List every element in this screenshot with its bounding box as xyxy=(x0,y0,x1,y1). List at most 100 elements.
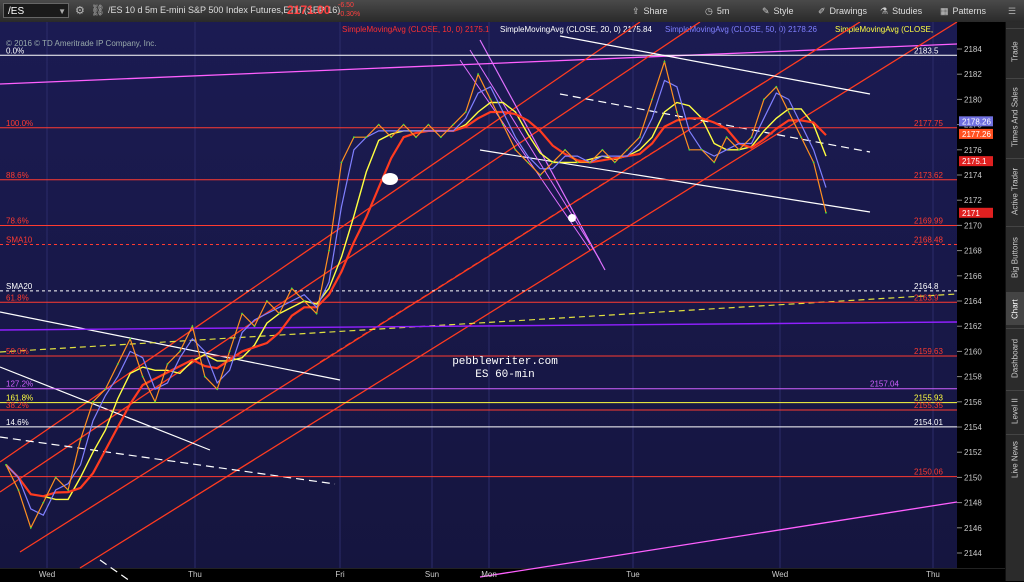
side-tab-live-news[interactable]: Live News xyxy=(1006,434,1024,485)
toolbar-icons: ⚙⛓ xyxy=(75,4,111,17)
y-tick-label: 2176 xyxy=(964,146,982,155)
price-point xyxy=(303,300,306,302)
x-label: Sun xyxy=(425,570,439,579)
y-tick-label: 2182 xyxy=(964,70,982,79)
price-point xyxy=(613,161,616,164)
fib-pct-label: 100.0% xyxy=(6,119,33,128)
price-point xyxy=(253,325,256,328)
menu-icon[interactable]: ☰ xyxy=(1008,3,1016,19)
price-point xyxy=(365,136,368,139)
fib-pct-label: 127.2% xyxy=(6,380,33,389)
x-label: Thu xyxy=(188,570,202,579)
fib-pct-label: SMA20 xyxy=(6,282,33,291)
y-tick-label: 2170 xyxy=(964,221,982,230)
price-point xyxy=(564,148,566,151)
marker-circle xyxy=(382,173,398,185)
fib-value-label: 2154.01 xyxy=(914,418,943,427)
price-badge-label: 2177.26 xyxy=(962,130,991,139)
watermark-site: pebblewriter.com xyxy=(452,356,558,368)
fib-pct-label: 38.2% xyxy=(6,401,29,410)
y-tick-label: 2174 xyxy=(964,171,982,180)
side-tab-dashboard[interactable]: Dashboard xyxy=(1006,328,1024,387)
price-point xyxy=(576,161,579,164)
price-badge-label: 2171 xyxy=(962,209,980,218)
price-point xyxy=(5,463,7,466)
price-point xyxy=(439,136,442,139)
price-change: -6.50 -0.30% xyxy=(338,1,360,19)
study-legend: SimpleMovingAvg (CLOSE, 10, 0) 2175.1 Sim… xyxy=(342,25,933,34)
brush-icon: ✎ xyxy=(762,6,770,16)
price-point xyxy=(427,123,430,126)
y-tick-label: 2156 xyxy=(964,398,982,407)
watermark-subtitle: ES 60-min xyxy=(475,369,534,381)
side-tab-level-ii[interactable]: Level II xyxy=(1006,390,1024,431)
x-labels: Wed Thu Fri Sun Mon Tue Wed Thu xyxy=(39,570,940,579)
price-point xyxy=(79,438,82,441)
last-price: 2171.00 xyxy=(287,3,331,17)
side-tab-times-and-sales[interactable]: Times And Sales xyxy=(1006,78,1024,155)
price-point xyxy=(67,489,70,491)
patterns-button[interactable]: ▦ Patterns xyxy=(940,3,986,19)
price-point xyxy=(651,98,653,101)
price-point xyxy=(266,300,268,302)
price-point xyxy=(315,312,318,315)
change-value: -6.50 xyxy=(338,2,354,9)
y-tick-label: 2146 xyxy=(964,524,982,533)
y-tick-label: 2160 xyxy=(964,347,982,356)
study-label: SimpleMovingAvg (CLOSE, xyxy=(835,25,933,34)
y-tick-label: 2184 xyxy=(964,45,982,54)
share-label: Share xyxy=(643,6,668,16)
price-point xyxy=(775,85,778,88)
interval-label: 5m xyxy=(716,6,730,16)
price-point xyxy=(17,489,20,491)
fib-value-label: 2150.06 xyxy=(914,468,943,477)
side-tab-big-buttons[interactable]: Big Buttons xyxy=(1006,226,1024,289)
fib-value-label: 2157.04 xyxy=(870,380,899,389)
symbol-input[interactable]: /ES ▼ xyxy=(3,3,69,18)
chart-canvas[interactable]: © 2016 © TD Ameritrade IP Company, Inc. … xyxy=(0,22,1006,581)
price-point xyxy=(725,136,728,139)
style-label: Style xyxy=(773,6,794,16)
fib-pct-label: 78.6% xyxy=(6,217,29,226)
side-tab-active-trader[interactable]: Active Trader xyxy=(1006,158,1024,223)
fib-value-label: 2169.99 xyxy=(914,217,943,226)
drawings-button[interactable]: ✐ Drawings xyxy=(818,3,867,19)
price-point xyxy=(54,476,57,479)
price-point xyxy=(800,136,803,139)
share-button[interactable]: ⇪ Share xyxy=(632,3,668,19)
y-tick-label: 2158 xyxy=(964,373,982,382)
price-point xyxy=(92,400,94,403)
price-point xyxy=(688,148,691,151)
fib-value-label: 2177.75 xyxy=(914,119,943,128)
side-panel: Trade Times And Sales Active Trader Big But… xyxy=(1005,22,1024,581)
price-point xyxy=(166,363,169,365)
side-tab-chart[interactable]: Chart xyxy=(1006,292,1024,325)
fib-pct-label: SMA10 xyxy=(6,236,33,245)
price-point xyxy=(825,211,827,214)
fib-value-label: 2163.9 xyxy=(914,293,939,302)
price-point xyxy=(526,161,529,164)
fib-value-label: 2173.62 xyxy=(914,171,943,180)
share-icon: ⇪ xyxy=(632,6,640,16)
chart-background xyxy=(0,22,957,568)
price-point xyxy=(328,249,330,252)
y-tick-label: 2150 xyxy=(964,473,982,482)
x-label: Thu xyxy=(926,570,940,579)
price-point xyxy=(477,73,480,76)
side-tab-trade[interactable]: Trade xyxy=(1006,28,1024,75)
price-point xyxy=(203,375,206,378)
price-point xyxy=(415,136,417,139)
gear-icon[interactable]: ⚙ xyxy=(75,5,91,17)
fib-value-label: 2159.63 xyxy=(914,347,943,356)
y-tick-label: 2168 xyxy=(964,247,982,256)
y-tick-label: 2180 xyxy=(964,95,982,104)
top-toolbar: /ES ▼ ⚙⛓ /ES 10 d 5m E-mini S&P 500 Index… xyxy=(0,0,1024,23)
copyright-text: © 2016 © TD Ameritrade IP Company, Inc. xyxy=(6,39,157,48)
interval-button[interactable]: ◷ 5m xyxy=(705,3,729,19)
style-button[interactable]: ✎ Style xyxy=(762,3,794,19)
studies-label: Studies xyxy=(892,6,923,16)
price-point xyxy=(42,501,45,504)
price-point xyxy=(626,148,629,151)
price-point xyxy=(489,98,492,101)
studies-button[interactable]: ⚗ Studies xyxy=(880,3,922,19)
